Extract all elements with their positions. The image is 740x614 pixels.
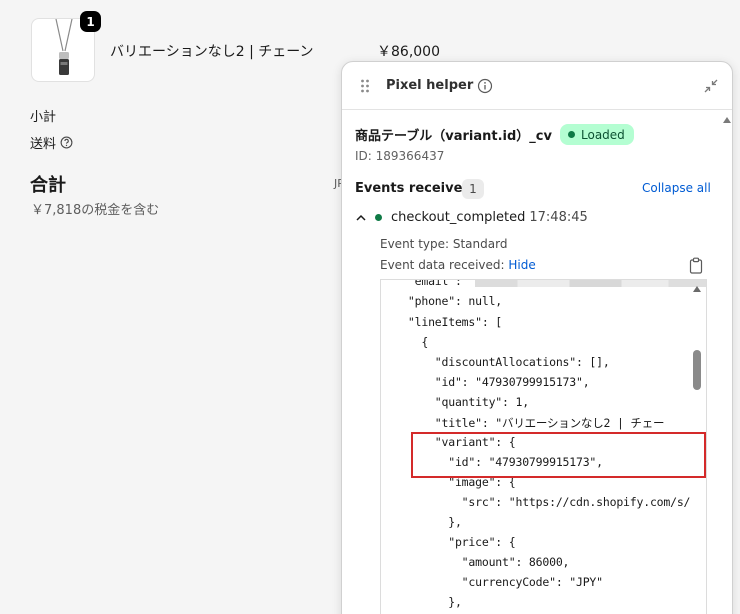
status-label: Loaded bbox=[581, 127, 625, 142]
scrollbar-thumb[interactable] bbox=[693, 350, 701, 390]
redacted-email bbox=[475, 280, 706, 287]
pixel-name: 商品テーブル（variant.id）_cv bbox=[355, 129, 552, 144]
json-line: "image": { bbox=[381, 475, 516, 489]
clipboard-icon[interactable] bbox=[688, 257, 704, 274]
help-icon[interactable] bbox=[60, 136, 73, 149]
variant-highlight-box bbox=[411, 432, 706, 478]
json-line: "currencyCode": "JPY" bbox=[381, 575, 603, 589]
hide-link[interactable]: Hide bbox=[508, 258, 535, 272]
scroll-up-arrow-icon[interactable] bbox=[692, 285, 702, 293]
status-badge: Loaded bbox=[560, 124, 634, 145]
tax-note: ￥7,818の税金を含む bbox=[31, 203, 160, 218]
collapse-all-link[interactable]: Collapse all bbox=[642, 181, 711, 195]
drag-handle-icon[interactable] bbox=[360, 79, 370, 93]
json-line: "amount": 86000, bbox=[381, 555, 570, 569]
scroll-up-arrow-icon[interactable] bbox=[722, 116, 732, 124]
subtotal-label: 小計 bbox=[30, 110, 57, 125]
json-line: "phone": null, bbox=[381, 294, 503, 308]
json-line-email: "email": "", bbox=[381, 280, 706, 293]
json-line: "lineItems": [ bbox=[381, 315, 503, 329]
json-line: "discountAllocations": [], bbox=[381, 355, 610, 369]
collapse-icon[interactable] bbox=[703, 78, 719, 94]
json-line: { bbox=[381, 335, 429, 349]
json-line: "quantity": 1, bbox=[381, 395, 529, 409]
status-dot bbox=[568, 131, 575, 138]
json-line: "src": "https://cdn.shopify.com/s/ bbox=[381, 495, 691, 509]
quantity-badge: 1 bbox=[80, 11, 101, 32]
event-data-label: Event data received: bbox=[380, 258, 509, 272]
panel-title: Pixel helper bbox=[386, 78, 474, 93]
event-data-row: Event data received: Hide bbox=[380, 258, 536, 272]
event-time: 17:48:45 bbox=[529, 210, 588, 225]
events-received-label: Events received bbox=[355, 181, 472, 196]
chevron-up-icon[interactable] bbox=[355, 212, 367, 224]
json-line: }, bbox=[381, 515, 462, 529]
shipping-label-row: 送料 bbox=[30, 133, 73, 152]
panel-header: Pixel helper bbox=[342, 62, 732, 110]
product-price: ￥86,000 bbox=[377, 44, 440, 60]
product-title: バリエーションなし2 | チェーン bbox=[110, 44, 314, 60]
event-type: Event type: Standard bbox=[380, 237, 508, 251]
info-icon[interactable] bbox=[477, 78, 493, 94]
events-count-badge: 1 bbox=[462, 179, 484, 199]
json-line: }, bbox=[381, 595, 462, 609]
event-status-dot bbox=[375, 214, 382, 221]
json-line: "id": "47930799915173", bbox=[381, 375, 590, 389]
shipping-label: 送料 bbox=[30, 137, 57, 152]
pixel-id: ID: 189366437 bbox=[355, 149, 445, 163]
pixel-helper-panel: Pixel helper 商品テーブル（variant.id）_cv Loade… bbox=[341, 61, 733, 614]
total-label: 合計 bbox=[30, 175, 66, 196]
event-name: checkout_completed bbox=[391, 210, 526, 225]
event-row[interactable]: checkout_completed 17:48:45 bbox=[355, 210, 588, 225]
json-line: "price": { bbox=[381, 535, 516, 549]
